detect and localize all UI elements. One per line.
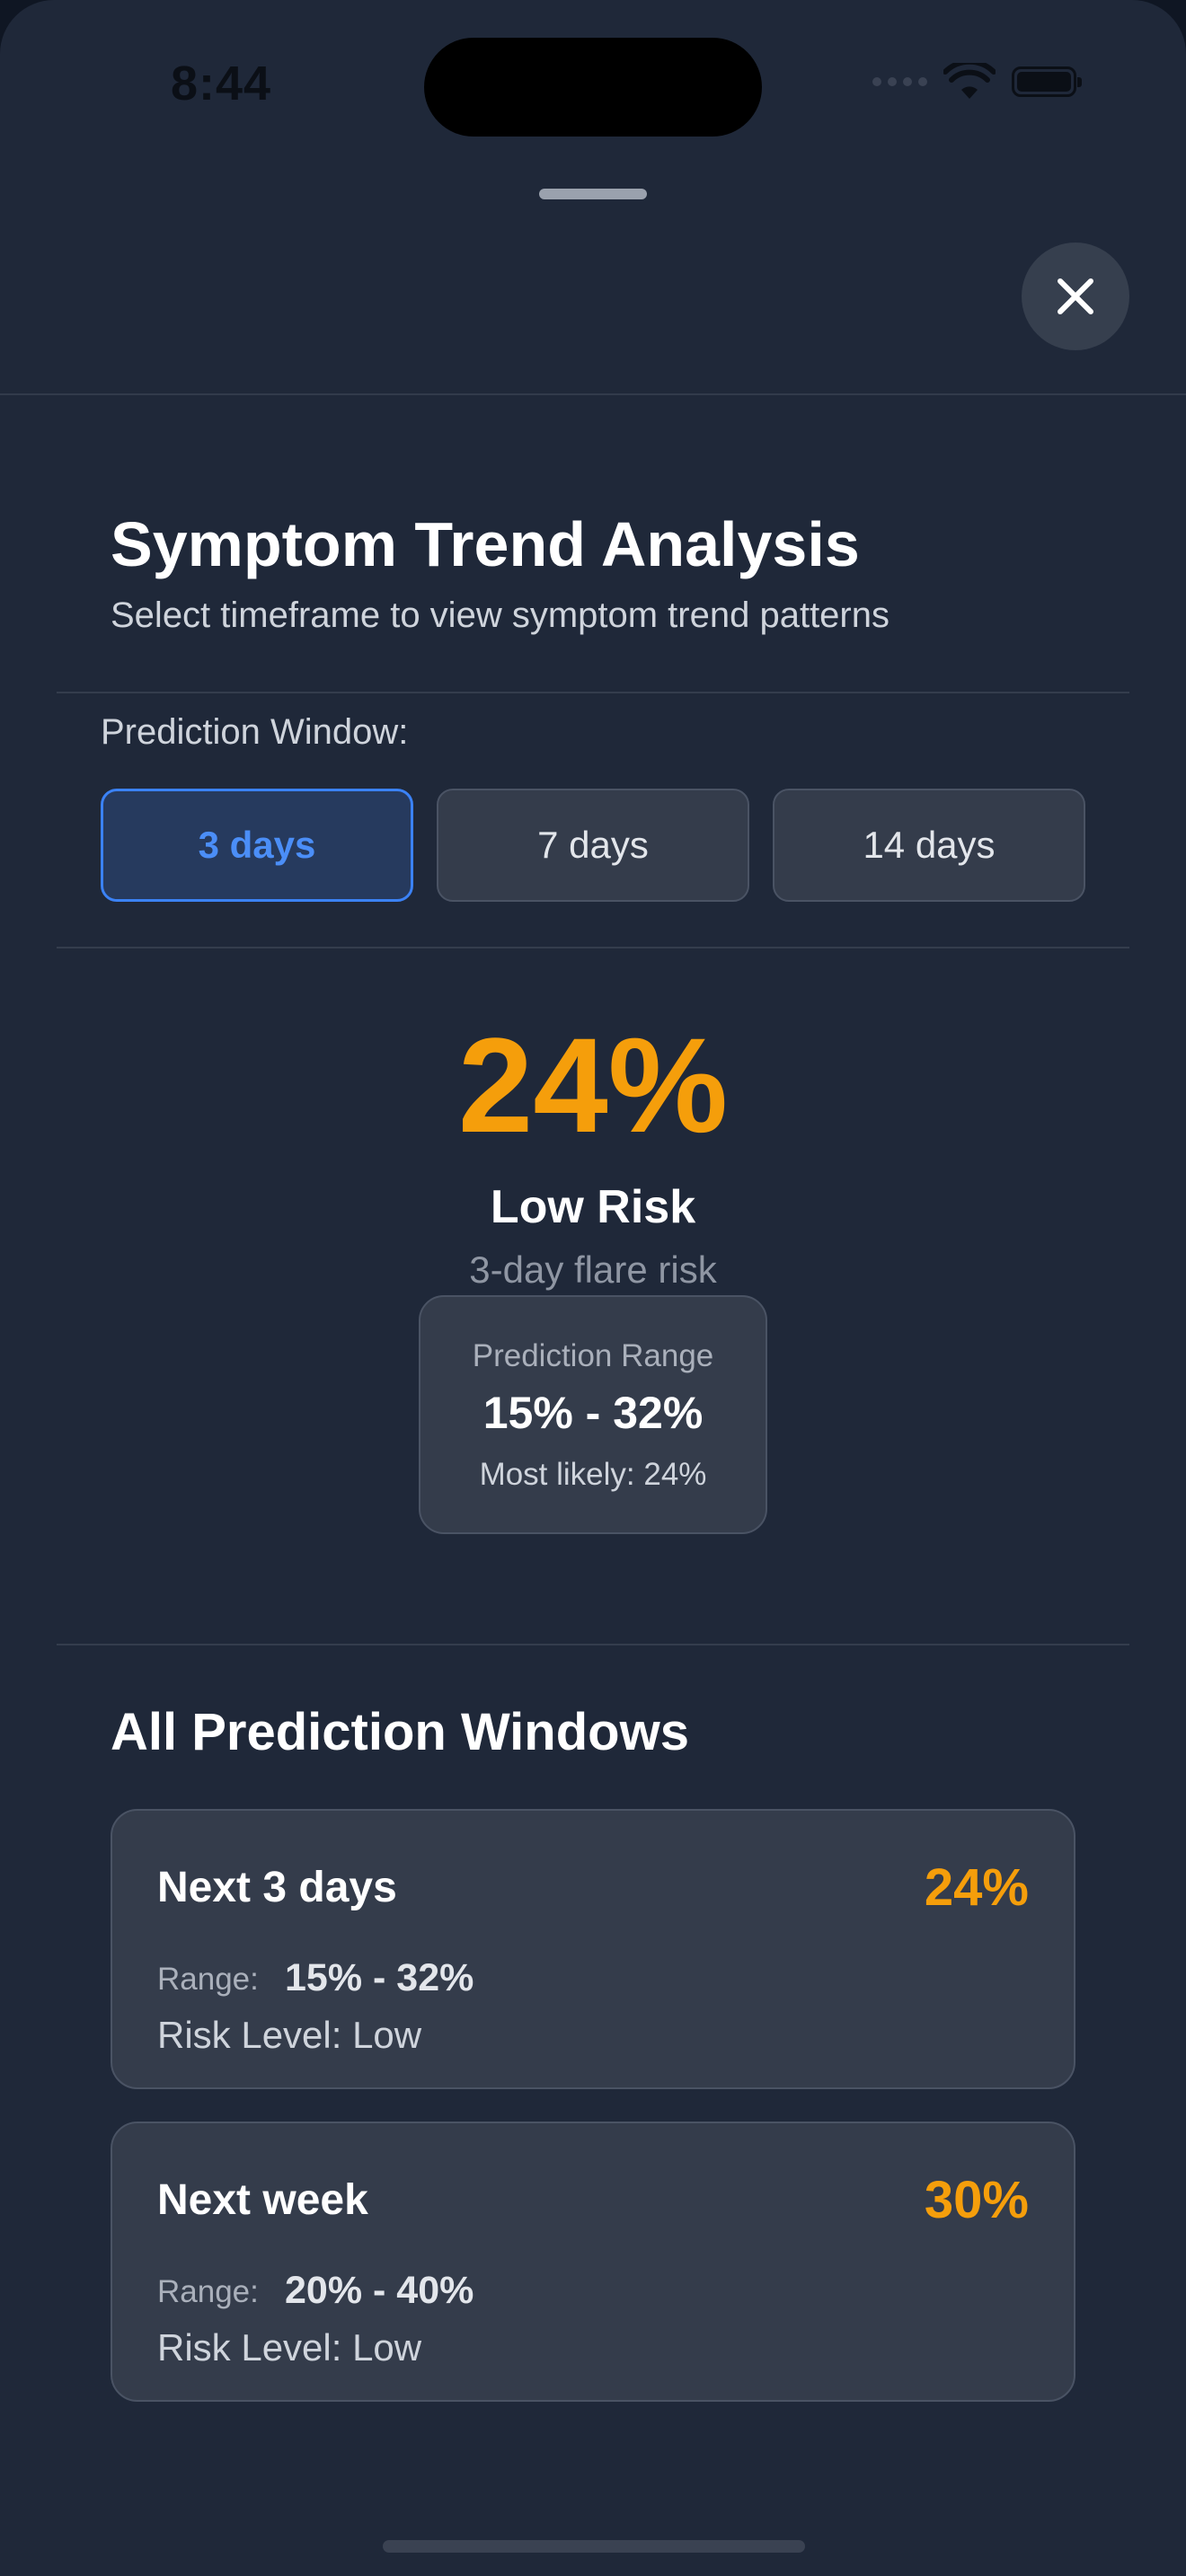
wifi-icon bbox=[943, 63, 996, 99]
signal-dots-icon bbox=[872, 77, 927, 86]
page-title: Symptom Trend Analysis bbox=[111, 509, 860, 579]
risk-label: Low Risk bbox=[490, 1181, 696, 1233]
sheet-grabber[interactable] bbox=[539, 189, 647, 199]
card-risk-level: Risk Level: Low bbox=[157, 2014, 422, 2056]
card-range-value: 15% - 32% bbox=[285, 1956, 474, 1999]
card-risk-level: Risk Level: Low bbox=[157, 2326, 422, 2369]
header-divider bbox=[0, 393, 1186, 395]
divider bbox=[57, 947, 1129, 948]
prediction-range-value: 15% - 32% bbox=[482, 1388, 704, 1438]
prediction-range-label: Prediction Range bbox=[472, 1338, 714, 1373]
window-option-7-days[interactable]: 7 days bbox=[437, 789, 749, 902]
page-subtitle: Select timeframe to view symptom trend p… bbox=[111, 595, 890, 635]
bottom-sheet: 8:44 Symptom Trend Analysis Select timef… bbox=[0, 0, 1186, 2576]
card-percentage: 30% bbox=[924, 2171, 1029, 2229]
prediction-range-box: Prediction Range 15% - 32% Most likely: … bbox=[419, 1295, 767, 1534]
card-range-label: Range: bbox=[157, 2274, 259, 2309]
divider bbox=[57, 1644, 1129, 1645]
divider bbox=[57, 692, 1129, 693]
window-option-14-days[interactable]: 14 days bbox=[773, 789, 1085, 902]
prediction-card[interactable]: Next 3 days 24% Range: 15% - 32% Risk Le… bbox=[111, 1809, 1075, 2089]
card-title: Next week bbox=[157, 2176, 368, 2224]
risk-description: 3-day flare risk bbox=[469, 1248, 717, 1291]
window-option-3-days[interactable]: 3 days bbox=[101, 789, 413, 902]
card-title: Next 3 days bbox=[157, 1864, 397, 1911]
status-time: 8:44 bbox=[171, 57, 272, 110]
prediction-card[interactable]: Next week 30% Range: 20% - 40% Risk Leve… bbox=[111, 2122, 1075, 2402]
status-icons bbox=[872, 63, 1082, 101]
card-range-label: Range: bbox=[157, 1962, 259, 1997]
section-title: All Prediction Windows bbox=[111, 1703, 689, 1761]
close-button[interactable] bbox=[1022, 243, 1129, 350]
card-range-value: 20% - 40% bbox=[285, 2269, 474, 2312]
home-indicator[interactable] bbox=[383, 2540, 805, 2553]
close-icon bbox=[1058, 278, 1093, 314]
most-likely-value: Most likely: 24% bbox=[479, 1457, 707, 1492]
battery-icon bbox=[1012, 66, 1082, 97]
risk-percentage: 24% bbox=[457, 1010, 729, 1160]
prediction-window-label: Prediction Window: bbox=[101, 712, 409, 752]
dynamic-island bbox=[424, 38, 762, 137]
card-percentage: 24% bbox=[924, 1858, 1029, 1917]
